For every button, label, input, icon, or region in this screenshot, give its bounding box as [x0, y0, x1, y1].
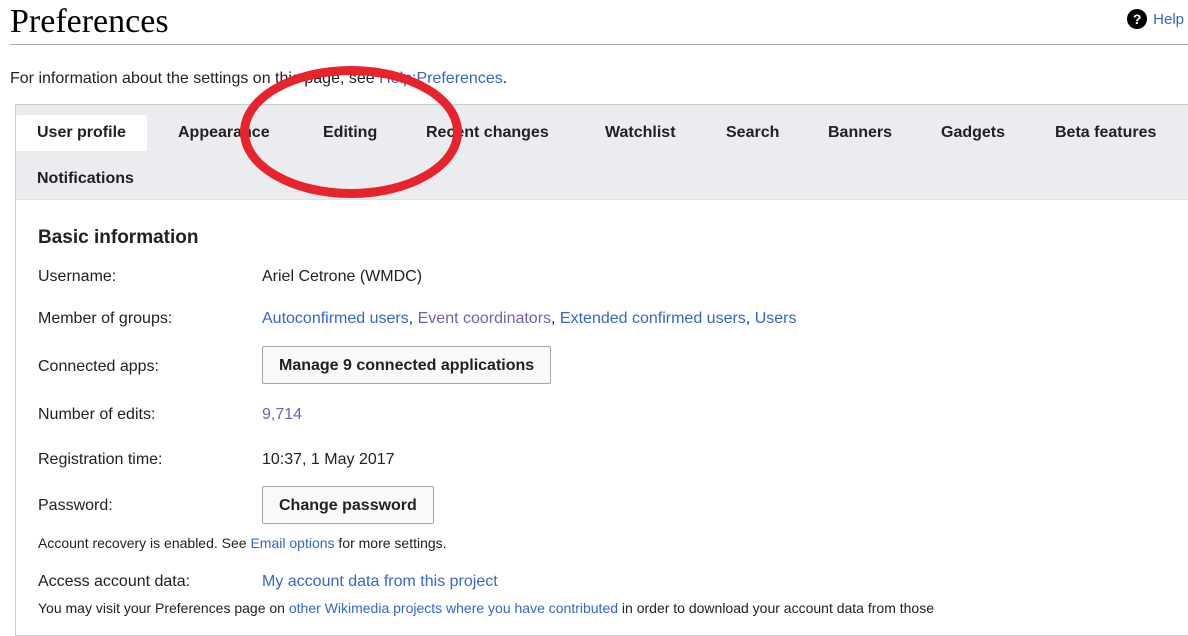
group-link-event-coordinators[interactable]: Event coordinators [418, 310, 551, 327]
group-separator: , [408, 310, 418, 327]
change-password-button[interactable]: Change password [262, 486, 434, 524]
tab-recent-changes[interactable]: Recent changes [405, 115, 570, 151]
preferences-panel: User profile Appearance Editing Recent c… [15, 104, 1188, 636]
registration-label: Registration time: [38, 451, 163, 468]
tab-beta-features[interactable]: Beta features [1034, 115, 1177, 151]
visit-text-before: You may visit your Preferences page on [38, 600, 289, 616]
group-link-autoconfirmed[interactable]: Autoconfirmed users [262, 310, 409, 327]
tab-gadgets[interactable]: Gadgets [920, 115, 1026, 151]
visit-preferences-note: You may visit your Preferences page on o… [38, 600, 934, 616]
password-label: Password: [38, 497, 113, 514]
section-title-basic-information: Basic information [38, 227, 199, 248]
tab-notifications[interactable]: Notifications [16, 161, 155, 197]
connected-apps-label: Connected apps: [38, 358, 159, 375]
group-link-extended-confirmed[interactable]: Extended confirmed users [560, 310, 746, 327]
edits-count-link[interactable]: 9,714 [262, 406, 302, 424]
question-circle-icon: ? [1127, 9, 1148, 29]
other-projects-link[interactable]: other Wikimedia projects where you have … [289, 600, 618, 616]
group-link-users[interactable]: Users [755, 310, 797, 327]
help-preferences-link[interactable]: Help:Preferences [379, 70, 503, 87]
visit-text-after: in order to download your account data f… [618, 600, 934, 616]
intro-text-before: For information about the settings on th… [10, 70, 380, 87]
username-value: Ariel Cetrone (WMDC) [262, 268, 423, 285]
recovery-text-before: Account recovery is enabled. See [38, 535, 251, 551]
tab-editing[interactable]: Editing [302, 115, 398, 151]
manage-connected-apps-button[interactable]: Manage 9 connected applications [262, 346, 552, 384]
tab-appearance[interactable]: Appearance [157, 115, 291, 151]
email-options-link[interactable]: Email options [250, 535, 334, 551]
registration-value: 10:37, 1 May 2017 [262, 451, 395, 468]
help-label[interactable]: Help [1153, 11, 1184, 28]
account-recovery-note: Account recovery is enabled. See Email o… [38, 535, 447, 551]
intro-text: For information about the settings on th… [10, 70, 507, 88]
page-title: Preferences [10, 3, 169, 40]
intro-text-after: . [502, 70, 508, 87]
recovery-text-after: for more settings. [334, 535, 447, 551]
groups-list: Autoconfirmed users, Event coordinators,… [262, 310, 796, 328]
account-data-link[interactable]: My account data from this project [262, 573, 498, 591]
group-separator: , [745, 310, 755, 327]
tab-banners[interactable]: Banners [807, 115, 913, 151]
tab-watchlist[interactable]: Watchlist [584, 115, 697, 151]
groups-label: Member of groups: [38, 310, 173, 327]
username-label: Username: [38, 268, 117, 285]
help-link[interactable]: ? Help [1127, 9, 1184, 29]
preferences-tabbar: User profile Appearance Editing Recent c… [16, 105, 1188, 200]
tab-search[interactable]: Search [705, 115, 800, 151]
access-account-data-label: Access account data: [38, 573, 191, 590]
tab-user-profile[interactable]: User profile [16, 115, 147, 151]
edits-label: Number of edits: [38, 406, 156, 423]
group-separator: , [551, 310, 560, 327]
title-divider [10, 44, 1188, 45]
